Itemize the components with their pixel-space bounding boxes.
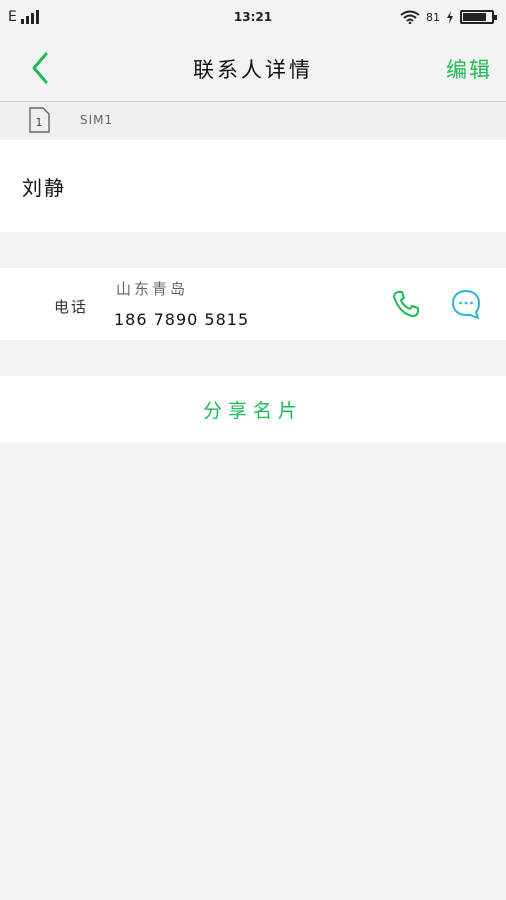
call-button[interactable] xyxy=(386,286,426,322)
contact-name-card: 刘静 xyxy=(0,140,506,232)
wifi-icon xyxy=(400,10,420,24)
contact-name: 刘静 xyxy=(22,175,66,200)
network-type: E xyxy=(8,9,17,25)
svg-text:1: 1 xyxy=(36,116,43,129)
share-contact-button[interactable]: 分享名片 xyxy=(0,376,506,442)
sim-row: 1 SIM1 xyxy=(0,103,506,137)
app-header: 联系人详情 编辑 xyxy=(0,34,506,102)
battery-percent: 81 xyxy=(426,10,440,24)
phone-location: 山东青岛 xyxy=(116,280,189,298)
phone-type-label: 电话 xyxy=(54,298,89,316)
network-indicator: E xyxy=(8,9,39,25)
message-bubble-icon xyxy=(452,290,480,319)
phone-icon xyxy=(393,291,419,317)
message-button[interactable] xyxy=(446,286,486,322)
sim-card-icon: 1 xyxy=(29,107,50,133)
sim-label: SIM1 xyxy=(80,113,114,127)
phone-entry[interactable]: 电话 山东青岛 186 7890 5815 xyxy=(0,268,506,340)
battery-icon xyxy=(460,10,497,24)
page-title: 联系人详情 xyxy=(193,58,313,82)
status-bar: E 13:21 81 xyxy=(0,0,506,34)
share-contact-label: 分享名片 xyxy=(202,399,303,422)
signal-strength-icon xyxy=(20,10,39,24)
edit-button[interactable]: 编辑 xyxy=(446,54,492,84)
charging-icon xyxy=(447,10,453,24)
battery-level xyxy=(463,13,486,21)
phone-number[interactable]: 186 7890 5815 xyxy=(114,310,249,329)
